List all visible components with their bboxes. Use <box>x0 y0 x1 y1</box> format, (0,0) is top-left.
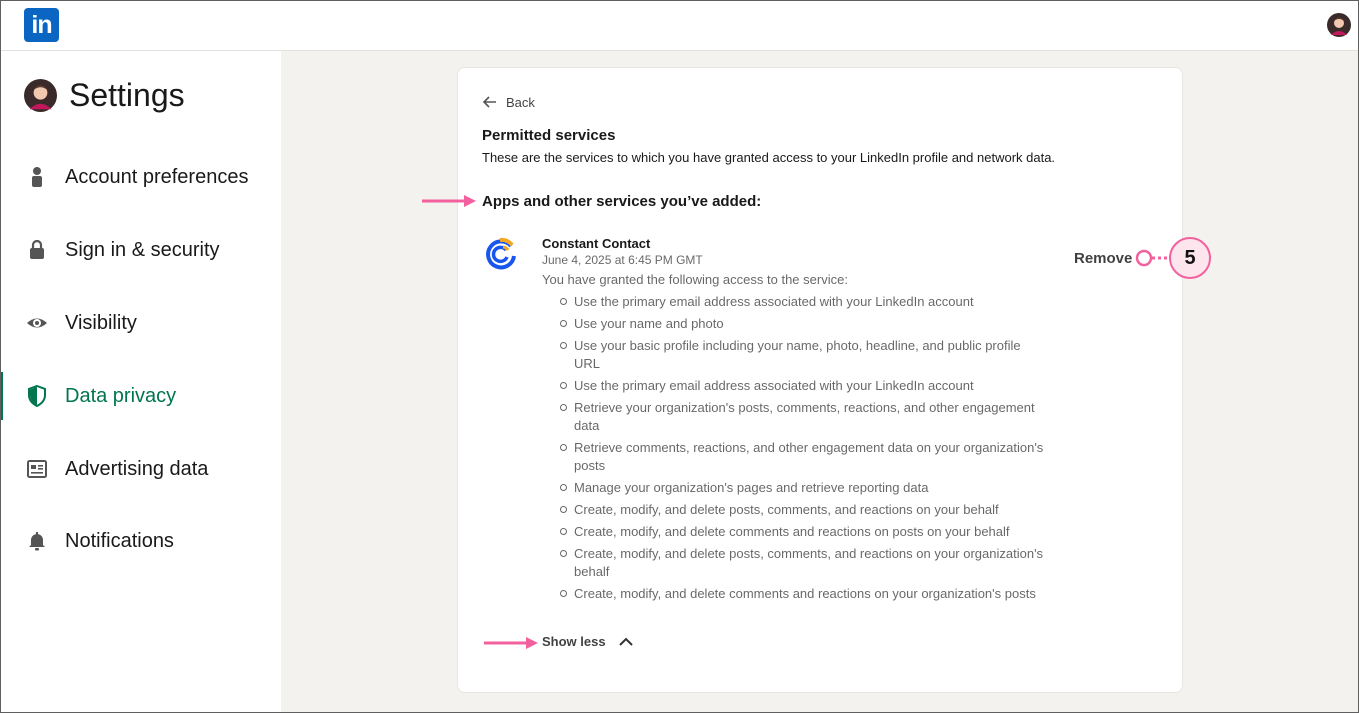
page-title: Settings <box>69 77 185 113</box>
service-name: Constant Contact <box>542 236 651 251</box>
list-item: Retrieve comments, reactions, and other … <box>558 439 1048 475</box>
newspaper-icon <box>27 460 47 478</box>
top-bar: in <box>0 0 1359 51</box>
section-description: These are the services to which you have… <box>482 150 1056 165</box>
step-callout-badge: 5 <box>1169 237 1211 279</box>
settings-sidebar: Settings Account preferences Sign in & s… <box>0 51 281 713</box>
show-less-label: Show less <box>542 634 606 649</box>
linkedin-logo[interactable]: in <box>24 8 59 42</box>
sidebar-item-notifications[interactable]: Notifications <box>0 517 281 565</box>
permissions-list: Use the primary email address associated… <box>558 293 1048 607</box>
sidebar-item-sign-in-security[interactable]: Sign in & security <box>0 226 281 274</box>
list-item: Use your basic profile including your na… <box>558 337 1048 373</box>
shield-icon <box>28 384 46 408</box>
sidebar-item-advertising-data[interactable]: Advertising data <box>0 445 281 493</box>
list-item: Retrieve your organization's posts, comm… <box>558 399 1048 435</box>
service-access-intro: You have granted the following access to… <box>542 272 848 287</box>
list-item: Create, modify, and delete posts, commen… <box>558 501 1048 519</box>
user-avatar-icon[interactable] <box>24 79 57 112</box>
list-item: Use your name and photo <box>558 315 1048 333</box>
sidebar-item-label: Notifications <box>65 530 174 552</box>
sidebar-item-label: Visibility <box>65 312 137 334</box>
service-date: June 4, 2025 at 6:45 PM GMT <box>542 253 703 267</box>
back-label: Back <box>506 94 535 110</box>
back-button[interactable]: Back <box>482 93 535 111</box>
show-less-button[interactable]: Show less <box>542 634 634 649</box>
person-icon <box>32 167 42 187</box>
permitted-services-card: Back Permitted services These are the se… <box>457 67 1183 693</box>
list-item: Use the primary email address associated… <box>558 377 1048 395</box>
sidebar-item-data-privacy[interactable]: Data privacy <box>0 372 281 420</box>
list-item: Create, modify, and delete posts, commen… <box>558 545 1048 581</box>
sidebar-item-visibility[interactable]: Visibility <box>0 299 281 347</box>
list-item: Create, modify, and delete comments and … <box>558 585 1048 603</box>
annotation-arrow-icon <box>484 637 538 649</box>
bell-icon <box>29 532 45 551</box>
list-item: Manage your organization's pages and ret… <box>558 479 1048 497</box>
sidebar-item-label: Sign in & security <box>65 239 220 261</box>
list-item: Create, modify, and delete comments and … <box>558 523 1048 541</box>
annotation-arrow-icon <box>422 195 476 207</box>
apps-section-title: Apps and other services you’ve added: <box>482 193 762 210</box>
user-avatar-icon[interactable] <box>1327 13 1351 37</box>
sidebar-item-label: Advertising data <box>65 458 209 480</box>
remove-button[interactable]: Remove <box>1074 250 1132 267</box>
sidebar-item-label: Data privacy <box>65 385 177 407</box>
sidebar-item-account-preferences[interactable]: Account preferences <box>0 153 281 201</box>
lock-icon <box>30 239 44 259</box>
chevron-up-icon <box>618 637 633 646</box>
arrow-left-icon <box>482 96 496 108</box>
annotation-connector-icon <box>1135 249 1170 267</box>
eye-icon <box>27 318 47 328</box>
constant-contact-logo-icon <box>486 237 516 270</box>
section-heading: Permitted services <box>482 127 616 144</box>
list-item: Use the primary email address associated… <box>558 293 1048 311</box>
sidebar-item-label: Account preferences <box>65 166 249 188</box>
